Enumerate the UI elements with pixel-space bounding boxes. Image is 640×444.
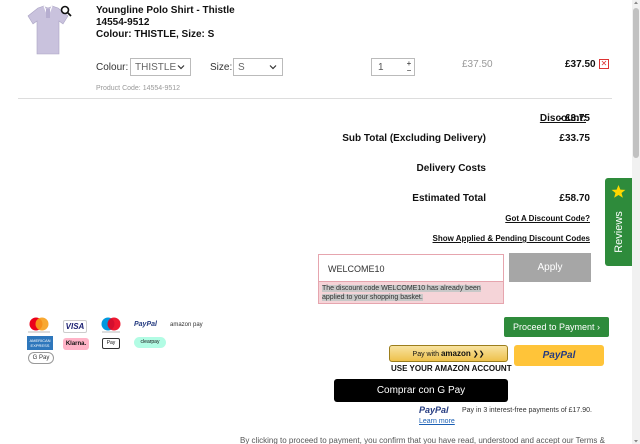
chevron-down-icon bbox=[269, 65, 277, 70]
klarna-label: Klarna. bbox=[65, 341, 87, 347]
klarna-icon: Klarna. bbox=[63, 338, 89, 350]
discount-error-text: The discount code WELCOME10 has already … bbox=[322, 285, 481, 301]
product-code: Product Code: 14554-9512 bbox=[96, 85, 181, 92]
product-title[interactable]: Youngline Polo Shirt - Thistle bbox=[96, 5, 296, 17]
chevron-down-icon bbox=[177, 65, 185, 70]
amazon-btn-prefix: Pay with bbox=[412, 351, 440, 358]
apple-pay-icon: Pay bbox=[102, 338, 120, 349]
visa-icon: VISA bbox=[63, 320, 87, 333]
clearpay-icon: clearpay bbox=[134, 337, 166, 348]
maestro-icon bbox=[101, 317, 121, 333]
mastercard-icon bbox=[28, 317, 50, 333]
apple-pay-label: Pay bbox=[106, 340, 116, 346]
amazon-pay-button[interactable]: Pay with amazon ❯❯ bbox=[389, 345, 508, 362]
decrease-quantity-button[interactable]: − bbox=[404, 67, 414, 75]
star-icon bbox=[611, 184, 626, 198]
discount-code-link[interactable]: Got A Discount Code? bbox=[470, 214, 590, 223]
visa-label: VISA bbox=[65, 322, 85, 331]
paypal-button[interactable]: PayPal bbox=[514, 345, 604, 366]
paypal-pay-in-3-text: Pay in 3 interest-free payments of £17.9… bbox=[462, 407, 592, 414]
terms-disclaimer: By clicking to proceed to payment, you c… bbox=[240, 436, 605, 444]
remove-item-icon[interactable]: ✕ bbox=[599, 59, 609, 69]
apply-discount-button[interactable]: Apply bbox=[509, 253, 591, 282]
discount-value: - £3.75 bbox=[558, 113, 590, 124]
reviews-tab[interactable]: Reviews bbox=[605, 178, 632, 266]
quantity-stepper[interactable]: 1 + − bbox=[371, 58, 415, 76]
discount-code-input[interactable]: WELCOME10 bbox=[318, 254, 504, 282]
reviews-tab-label: Reviews bbox=[613, 211, 625, 253]
amex-label: AMERICAN EXPRESS bbox=[29, 338, 51, 348]
google-pay-label: G Pay bbox=[32, 355, 50, 361]
colour-select-value: THISTLE bbox=[135, 62, 177, 73]
amazon-btn-brand: amazon bbox=[440, 349, 471, 358]
amazon-pay-icon: amazon pay bbox=[170, 322, 203, 328]
proceed-to-payment-button[interactable]: Proceed to Payment › bbox=[504, 317, 609, 337]
google-pay-button[interactable]: Comprar con G Pay bbox=[334, 379, 508, 402]
quantity-value[interactable]: 1 bbox=[378, 62, 384, 73]
amazon-pay-label: amazon pay bbox=[170, 322, 203, 328]
size-select-value: S bbox=[238, 62, 245, 73]
subtotal-label: Sub Total (Excluding Delivery) bbox=[342, 133, 486, 144]
amazon-caption: USE YOUR AMAZON ACCOUNT bbox=[391, 364, 512, 373]
discount-code-value: WELCOME10 bbox=[328, 264, 385, 274]
scroll-down-arrow-icon[interactable] bbox=[633, 438, 639, 444]
magnify-icon[interactable] bbox=[60, 5, 72, 17]
discount-error-message: The discount code WELCOME10 has already … bbox=[318, 282, 504, 304]
google-pay-icon: G Pay bbox=[28, 352, 54, 364]
line-total-price: £37.50 bbox=[565, 59, 596, 70]
product-variant: Colour: THISTLE, Size: S bbox=[96, 29, 215, 40]
unit-price: £37.50 bbox=[462, 59, 493, 70]
scrollbar-thumb[interactable] bbox=[633, 8, 639, 158]
vertical-scrollbar[interactable] bbox=[632, 0, 640, 444]
paypal-logo: PayPal bbox=[419, 405, 449, 415]
size-select[interactable]: S bbox=[233, 58, 283, 76]
amazon-arrow-icon: ❯❯ bbox=[472, 351, 485, 358]
product-title-block: Youngline Polo Shirt - Thistle 14554-951… bbox=[96, 5, 296, 41]
colour-label: Colour: bbox=[96, 62, 129, 73]
delivery-label: Delivery Costs bbox=[416, 163, 486, 174]
divider bbox=[18, 98, 612, 99]
learn-more-link[interactable]: Learn more bbox=[419, 418, 455, 425]
estimated-total-label: Estimated Total bbox=[412, 193, 486, 204]
size-label: Size: bbox=[210, 62, 233, 73]
colour-select[interactable]: THISTLE bbox=[130, 58, 191, 76]
subtotal-value: £33.75 bbox=[559, 133, 590, 144]
paypal-icon: PayPal bbox=[134, 321, 157, 328]
estimated-total-value: £58.70 bbox=[559, 193, 590, 204]
product-sku: 14554-9512 bbox=[96, 17, 150, 28]
paypal-mini-label: PayPal bbox=[134, 321, 157, 328]
clearpay-label: clearpay bbox=[140, 339, 160, 345]
show-discount-codes-link[interactable]: Show Applied & Pending Discount Codes bbox=[400, 234, 590, 243]
scroll-up-arrow-icon[interactable] bbox=[633, 0, 639, 6]
american-express-icon: AMERICAN EXPRESS bbox=[27, 336, 53, 350]
